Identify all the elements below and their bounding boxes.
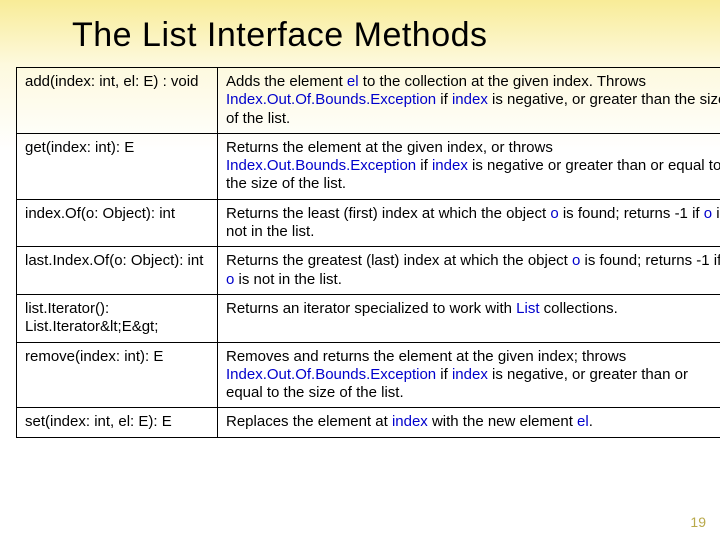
- table-row: set(index: int, el: E): EReplaces the el…: [17, 408, 720, 437]
- method-signature: get(index: int): E: [17, 133, 218, 199]
- table-row: list.Iterator(): List.Iterator&lt;E&gt;R…: [17, 294, 720, 342]
- method-signature: list.Iterator(): List.Iterator&lt;E&gt;: [17, 294, 218, 342]
- table-row: remove(index: int): ERemoves and returns…: [17, 342, 720, 408]
- method-description: Returns an iterator specialized to work …: [218, 294, 720, 342]
- table-row: last.Index.Of(o: Object): intReturns the…: [17, 247, 720, 295]
- table-row: index.Of(o: Object): intReturns the leas…: [17, 199, 720, 247]
- method-description: Adds the element el to the collection at…: [218, 68, 720, 134]
- table-row: get(index: int): EReturns the element at…: [17, 133, 720, 199]
- method-description: Returns the greatest (last) index at whi…: [218, 247, 720, 295]
- method-description: Returns the least (first) index at which…: [218, 199, 720, 247]
- method-description: Replaces the element at index with the n…: [218, 408, 720, 437]
- methods-tbody: add(index: int, el: E) : voidAdds the el…: [17, 68, 720, 438]
- method-description: Removes and returns the element at the g…: [218, 342, 720, 408]
- method-signature: index.Of(o: Object): int: [17, 199, 218, 247]
- method-description: Returns the element at the given index, …: [218, 133, 720, 199]
- table-row: add(index: int, el: E) : voidAdds the el…: [17, 68, 720, 134]
- method-signature: set(index: int, el: E): E: [17, 408, 218, 437]
- slide: The List Interface Methods add(index: in…: [0, 0, 720, 540]
- methods-table: add(index: int, el: E) : voidAdds the el…: [16, 67, 720, 438]
- page-title: The List Interface Methods: [16, 16, 704, 55]
- method-signature: remove(index: int): E: [17, 342, 218, 408]
- page-number: 19: [690, 514, 706, 530]
- method-signature: add(index: int, el: E) : void: [17, 68, 218, 134]
- method-signature: last.Index.Of(o: Object): int: [17, 247, 218, 295]
